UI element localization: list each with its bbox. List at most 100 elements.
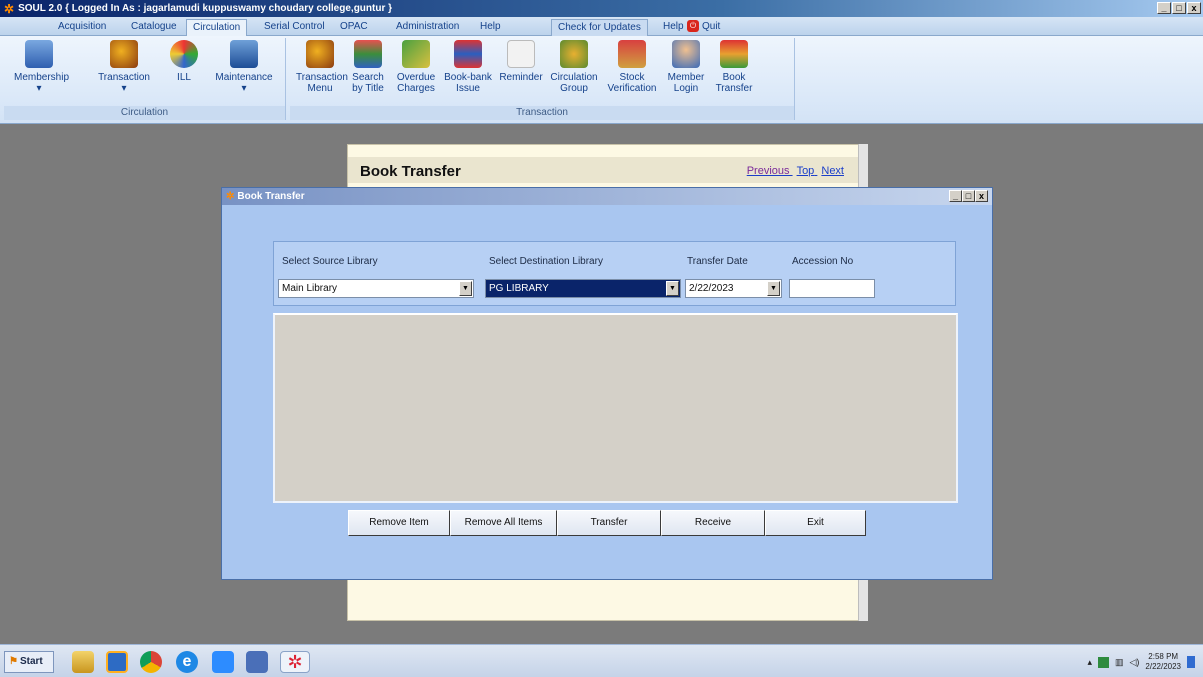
button-label: by Title xyxy=(352,83,384,94)
menu-bar: Acquisition Catalogue Circulation Serial… xyxy=(0,17,1203,36)
remove-item-button[interactable]: Remove Item xyxy=(348,510,450,536)
search-by-title-button[interactable]: Search by Title xyxy=(348,40,388,94)
transaction-button[interactable]: Transaction ▾ xyxy=(96,40,152,94)
window-controls: _ □ x xyxy=(1157,2,1201,14)
tab-acquisition[interactable]: Acquisition xyxy=(52,19,112,36)
tab-catalogue[interactable]: Catalogue xyxy=(125,19,183,36)
help-page-nav: Previous Top Next xyxy=(743,165,844,177)
tab-administration[interactable]: Administration xyxy=(390,19,465,36)
transfer-date-value: 2/22/2023 xyxy=(689,283,734,294)
transfer-filter-panel: Select Source Library Select Destination… xyxy=(273,241,956,306)
dialog-minimize-button[interactable]: _ xyxy=(949,190,962,202)
maintenance-label: Maintenance xyxy=(215,72,273,83)
zoom-icon[interactable] xyxy=(212,651,234,673)
minimize-button[interactable]: _ xyxy=(1157,2,1171,14)
transfer-date-picker[interactable]: 2/22/2023 ▼ xyxy=(685,279,782,298)
clock-date: 2/22/2023 xyxy=(1145,662,1181,671)
overdue-charges-button[interactable]: Overdue Charges xyxy=(394,40,438,94)
dialog-window-controls: _ □ x xyxy=(949,190,988,202)
next-link[interactable]: Next xyxy=(821,165,844,177)
chevron-down-icon[interactable]: ▼ xyxy=(459,281,472,296)
clock-time: 2:58 PM xyxy=(1148,652,1179,661)
volume-icon[interactable]: ◁) xyxy=(1129,657,1139,668)
tab-help[interactable]: Help xyxy=(474,19,507,36)
maintenance-button[interactable]: Maintenance ▾ xyxy=(214,40,274,94)
network-icon[interactable]: ▥ xyxy=(1115,657,1124,668)
check-updates-button[interactable]: Check for Updates xyxy=(551,19,648,36)
media-player-icon[interactable] xyxy=(106,651,128,673)
tab-serial-control[interactable]: Serial Control xyxy=(258,19,331,36)
member-login-button[interactable]: Member Login xyxy=(664,40,708,94)
destination-library-value: PG LIBRARY xyxy=(489,283,549,294)
button-label: Book-bank xyxy=(444,72,492,83)
ribbon: Membership ▾ Transaction ▾ ILL Maintenance… xyxy=(0,36,1203,124)
close-button[interactable]: x xyxy=(1187,2,1201,14)
transfer-button[interactable]: Transfer xyxy=(557,510,661,536)
source-library-select[interactable]: Main Library ▼ xyxy=(278,279,474,298)
document-icon xyxy=(507,40,535,68)
chevron-down-icon[interactable]: ▼ xyxy=(767,281,780,296)
soul-logo-icon: ✲ xyxy=(4,1,15,16)
document-viewer-icon[interactable] xyxy=(246,651,268,673)
button-label: Verification xyxy=(607,83,657,94)
ribbon-group-title: Transaction xyxy=(290,106,794,120)
transfer-items-grid[interactable] xyxy=(273,313,958,503)
chevron-down-icon[interactable]: ▼ xyxy=(666,281,679,296)
receive-button[interactable]: Receive xyxy=(661,510,765,536)
transfer-date-label: Transfer Date xyxy=(687,256,748,267)
verification-icon xyxy=(618,40,646,68)
destination-library-label: Select Destination Library xyxy=(489,256,603,267)
accession-no-input[interactable] xyxy=(789,279,875,298)
circulation-group-button[interactable]: Circulation Group xyxy=(548,40,600,94)
destination-library-select[interactable]: PG LIBRARY ▼ xyxy=(485,279,681,298)
exit-button[interactable]: Exit xyxy=(765,510,866,536)
transaction-menu-button[interactable]: Transaction Menu xyxy=(296,40,348,94)
stock-verification-button[interactable]: Stock Verification xyxy=(604,40,660,94)
security-icon[interactable] xyxy=(1097,656,1109,668)
soul-app-taskbar-icon[interactable]: ✲ xyxy=(280,651,310,673)
tray-expand-icon[interactable]: ▴ xyxy=(1087,657,1092,668)
quit-button[interactable]: ⏻ Quit xyxy=(681,19,726,36)
dialog-close-button[interactable]: x xyxy=(975,190,988,202)
ribbon-group-circulation: Membership ▾ Transaction ▾ ILL Maintenance… xyxy=(4,38,286,120)
people-icon xyxy=(306,40,334,68)
button-label: Stock xyxy=(619,72,645,83)
chrome-icon[interactable] xyxy=(140,651,162,673)
taskbar: ⚑ Start e ✲ ▴ ▥ ◁) 2:58 PM 2/22/2023 xyxy=(0,644,1203,677)
show-desktop-icon[interactable] xyxy=(1187,656,1195,668)
windows-flag-icon: ⚑ xyxy=(9,656,18,667)
top-link[interactable]: Top xyxy=(797,165,815,177)
source-library-label: Select Source Library xyxy=(282,256,378,267)
ill-button[interactable]: ILL xyxy=(164,40,204,83)
button-label: Book xyxy=(722,72,746,83)
group-icon xyxy=(560,40,588,68)
internet-explorer-icon[interactable]: e xyxy=(176,651,198,673)
membership-button[interactable]: Membership ▾ xyxy=(14,40,69,94)
source-library-value: Main Library xyxy=(282,283,338,294)
remove-all-items-button[interactable]: Remove All Items xyxy=(450,510,557,536)
reminder-button[interactable]: Reminder xyxy=(498,40,544,83)
book-transfer-button[interactable]: Book Transfer xyxy=(712,40,756,94)
app-title-bar: ✲ SOUL 2.0 { Logged In As : jagarlamudi … xyxy=(0,0,1203,17)
tab-opac[interactable]: OPAC xyxy=(334,19,374,36)
clock[interactable]: 2:58 PM 2/22/2023 xyxy=(1145,652,1181,672)
button-label: Overdue xyxy=(396,72,436,83)
dialog-maximize-button[interactable]: □ xyxy=(962,190,975,202)
button-label: Issue xyxy=(456,83,480,94)
ribbon-group-transaction: Transaction Menu Search by Title Overdue Ch… xyxy=(290,38,795,120)
people-icon xyxy=(110,40,138,68)
previous-link[interactable]: Previous xyxy=(747,165,790,177)
file-explorer-icon[interactable] xyxy=(72,651,94,673)
button-label: Circulation xyxy=(550,72,598,83)
dialog-button-row: Remove Item Remove All Items Transfer Re… xyxy=(348,510,866,536)
maximize-button[interactable]: □ xyxy=(1172,2,1186,14)
start-button[interactable]: ⚑ Start xyxy=(4,651,54,673)
book-bank-issue-button[interactable]: Book-bank Issue xyxy=(442,40,494,94)
ribbon-group-title: Circulation xyxy=(4,106,285,120)
tab-circulation[interactable]: Circulation xyxy=(186,19,248,36)
book-stack-icon xyxy=(454,40,482,68)
membership-label: Membership xyxy=(14,72,70,83)
soul-logo-icon: ✲ xyxy=(226,191,235,202)
member-icon xyxy=(672,40,700,68)
app-title: SOUL 2.0 { Logged In As : jagarlamudi ku… xyxy=(18,3,393,14)
